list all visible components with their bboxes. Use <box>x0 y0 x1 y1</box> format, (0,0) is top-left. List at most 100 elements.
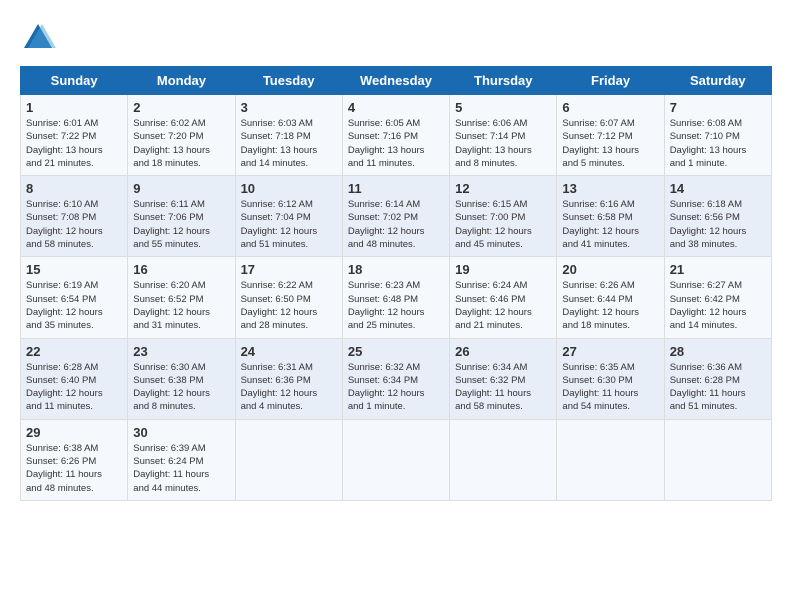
day-number: 17 <box>241 262 337 277</box>
day-info: Sunrise: 6:18 AM Sunset: 6:56 PM Dayligh… <box>670 198 766 251</box>
day-number: 13 <box>562 181 658 196</box>
day-number: 7 <box>670 100 766 115</box>
weekday-header: Sunday <box>21 67 128 95</box>
day-info: Sunrise: 6:28 AM Sunset: 6:40 PM Dayligh… <box>26 361 122 414</box>
day-number: 3 <box>241 100 337 115</box>
day-info: Sunrise: 6:20 AM Sunset: 6:52 PM Dayligh… <box>133 279 229 332</box>
calendar-cell: 24 Sunrise: 6:31 AM Sunset: 6:36 PM Dayli… <box>235 338 342 419</box>
day-info: Sunrise: 6:01 AM Sunset: 7:22 PM Dayligh… <box>26 117 122 170</box>
day-number: 1 <box>26 100 122 115</box>
calendar-week-row: 29Sunrise: 6:38 AM Sunset: 6:26 PM Dayli… <box>21 419 772 500</box>
day-info: Sunrise: 6:12 AM Sunset: 7:04 PM Dayligh… <box>241 198 337 251</box>
day-info: Sunrise: 6:36 AM Sunset: 6:28 PM Dayligh… <box>670 361 766 414</box>
calendar-cell: 3 Sunrise: 6:03 AM Sunset: 7:18 PM Daylig… <box>235 95 342 176</box>
calendar-cell: 16 Sunrise: 6:20 AM Sunset: 6:52 PM Dayli… <box>128 257 235 338</box>
calendar-cell: 28 Sunrise: 6:36 AM Sunset: 6:28 PM Dayli… <box>664 338 771 419</box>
day-number: 12 <box>455 181 551 196</box>
weekday-header: Friday <box>557 67 664 95</box>
day-number: 8 <box>26 181 122 196</box>
day-number: 29 <box>26 425 122 440</box>
day-number: 5 <box>455 100 551 115</box>
calendar-week-row: 8 Sunrise: 6:10 AM Sunset: 7:08 PM Daylig… <box>21 176 772 257</box>
day-info: Sunrise: 6:23 AM Sunset: 6:48 PM Dayligh… <box>348 279 444 332</box>
weekday-header: Wednesday <box>342 67 449 95</box>
day-info: Sunrise: 6:34 AM Sunset: 6:32 PM Dayligh… <box>455 361 551 414</box>
day-number: 10 <box>241 181 337 196</box>
calendar-table: SundayMondayTuesdayWednesdayThursdayFrid… <box>20 66 772 501</box>
day-number: 30 <box>133 425 229 440</box>
calendar-cell: 20 Sunrise: 6:26 AM Sunset: 6:44 PM Dayli… <box>557 257 664 338</box>
calendar-cell: 11 Sunrise: 6:14 AM Sunset: 7:02 PM Dayli… <box>342 176 449 257</box>
calendar-cell: 13 Sunrise: 6:16 AM Sunset: 6:58 PM Dayli… <box>557 176 664 257</box>
calendar-cell: 27Sunrise: 6:35 AM Sunset: 6:30 PM Dayli… <box>557 338 664 419</box>
day-info: Sunrise: 6:15 AM Sunset: 7:00 PM Dayligh… <box>455 198 551 251</box>
day-info: Sunrise: 6:08 AM Sunset: 7:10 PM Dayligh… <box>670 117 766 170</box>
day-number: 16 <box>133 262 229 277</box>
day-info: Sunrise: 6:32 AM Sunset: 6:34 PM Dayligh… <box>348 361 444 414</box>
day-info: Sunrise: 6:30 AM Sunset: 6:38 PM Dayligh… <box>133 361 229 414</box>
calendar-cell: 25 Sunrise: 6:32 AM Sunset: 6:34 PM Dayli… <box>342 338 449 419</box>
day-number: 6 <box>562 100 658 115</box>
calendar-cell: 10 Sunrise: 6:12 AM Sunset: 7:04 PM Dayli… <box>235 176 342 257</box>
weekday-header: Thursday <box>450 67 557 95</box>
day-info: Sunrise: 6:02 AM Sunset: 7:20 PM Dayligh… <box>133 117 229 170</box>
day-info: Sunrise: 6:07 AM Sunset: 7:12 PM Dayligh… <box>562 117 658 170</box>
calendar-cell: 26Sunrise: 6:34 AM Sunset: 6:32 PM Dayli… <box>450 338 557 419</box>
logo-icon <box>20 20 56 56</box>
day-info: Sunrise: 6:14 AM Sunset: 7:02 PM Dayligh… <box>348 198 444 251</box>
calendar-cell: 5 Sunrise: 6:06 AM Sunset: 7:14 PM Daylig… <box>450 95 557 176</box>
day-info: Sunrise: 6:06 AM Sunset: 7:14 PM Dayligh… <box>455 117 551 170</box>
calendar-cell <box>557 419 664 500</box>
day-info: Sunrise: 6:22 AM Sunset: 6:50 PM Dayligh… <box>241 279 337 332</box>
calendar-cell: 2Sunrise: 6:02 AM Sunset: 7:20 PM Daylig… <box>128 95 235 176</box>
day-info: Sunrise: 6:03 AM Sunset: 7:18 PM Dayligh… <box>241 117 337 170</box>
day-number: 23 <box>133 344 229 359</box>
calendar-cell: 21Sunrise: 6:27 AM Sunset: 6:42 PM Dayli… <box>664 257 771 338</box>
day-info: Sunrise: 6:19 AM Sunset: 6:54 PM Dayligh… <box>26 279 122 332</box>
calendar-cell: 7 Sunrise: 6:08 AM Sunset: 7:10 PM Daylig… <box>664 95 771 176</box>
calendar-cell: 1 Sunrise: 6:01 AM Sunset: 7:22 PM Daylig… <box>21 95 128 176</box>
day-info: Sunrise: 6:26 AM Sunset: 6:44 PM Dayligh… <box>562 279 658 332</box>
day-number: 19 <box>455 262 551 277</box>
weekday-header: Saturday <box>664 67 771 95</box>
day-number: 24 <box>241 344 337 359</box>
day-info: Sunrise: 6:31 AM Sunset: 6:36 PM Dayligh… <box>241 361 337 414</box>
calendar-week-row: 22 Sunrise: 6:28 AM Sunset: 6:40 PM Dayli… <box>21 338 772 419</box>
day-number: 25 <box>348 344 444 359</box>
calendar-week-row: 15Sunrise: 6:19 AM Sunset: 6:54 PM Dayli… <box>21 257 772 338</box>
day-number: 11 <box>348 181 444 196</box>
calendar-cell: 8 Sunrise: 6:10 AM Sunset: 7:08 PM Daylig… <box>21 176 128 257</box>
day-number: 4 <box>348 100 444 115</box>
calendar-cell: 14 Sunrise: 6:18 AM Sunset: 6:56 PM Dayli… <box>664 176 771 257</box>
day-info: Sunrise: 6:16 AM Sunset: 6:58 PM Dayligh… <box>562 198 658 251</box>
day-number: 27 <box>562 344 658 359</box>
calendar-cell <box>664 419 771 500</box>
calendar-cell: 29Sunrise: 6:38 AM Sunset: 6:26 PM Dayli… <box>21 419 128 500</box>
day-number: 18 <box>348 262 444 277</box>
day-info: Sunrise: 6:10 AM Sunset: 7:08 PM Dayligh… <box>26 198 122 251</box>
day-number: 22 <box>26 344 122 359</box>
calendar-cell <box>235 419 342 500</box>
logo <box>20 20 62 56</box>
calendar-cell: 19Sunrise: 6:24 AM Sunset: 6:46 PM Dayli… <box>450 257 557 338</box>
calendar-cell: 9 Sunrise: 6:11 AM Sunset: 7:06 PM Daylig… <box>128 176 235 257</box>
calendar-cell: 30Sunrise: 6:39 AM Sunset: 6:24 PM Dayli… <box>128 419 235 500</box>
calendar-cell: 12 Sunrise: 6:15 AM Sunset: 7:00 PM Dayli… <box>450 176 557 257</box>
page-header <box>20 20 772 56</box>
day-number: 9 <box>133 181 229 196</box>
calendar-cell: 17 Sunrise: 6:22 AM Sunset: 6:50 PM Dayli… <box>235 257 342 338</box>
calendar-cell <box>450 419 557 500</box>
day-info: Sunrise: 6:11 AM Sunset: 7:06 PM Dayligh… <box>133 198 229 251</box>
day-info: Sunrise: 6:05 AM Sunset: 7:16 PM Dayligh… <box>348 117 444 170</box>
day-number: 20 <box>562 262 658 277</box>
calendar-cell: 23 Sunrise: 6:30 AM Sunset: 6:38 PM Dayli… <box>128 338 235 419</box>
calendar-cell: 18 Sunrise: 6:23 AM Sunset: 6:48 PM Dayli… <box>342 257 449 338</box>
weekday-header-row: SundayMondayTuesdayWednesdayThursdayFrid… <box>21 67 772 95</box>
calendar-cell: 4 Sunrise: 6:05 AM Sunset: 7:16 PM Daylig… <box>342 95 449 176</box>
day-number: 28 <box>670 344 766 359</box>
weekday-header: Tuesday <box>235 67 342 95</box>
calendar-cell <box>342 419 449 500</box>
day-number: 14 <box>670 181 766 196</box>
day-info: Sunrise: 6:27 AM Sunset: 6:42 PM Dayligh… <box>670 279 766 332</box>
calendar-week-row: 1 Sunrise: 6:01 AM Sunset: 7:22 PM Daylig… <box>21 95 772 176</box>
